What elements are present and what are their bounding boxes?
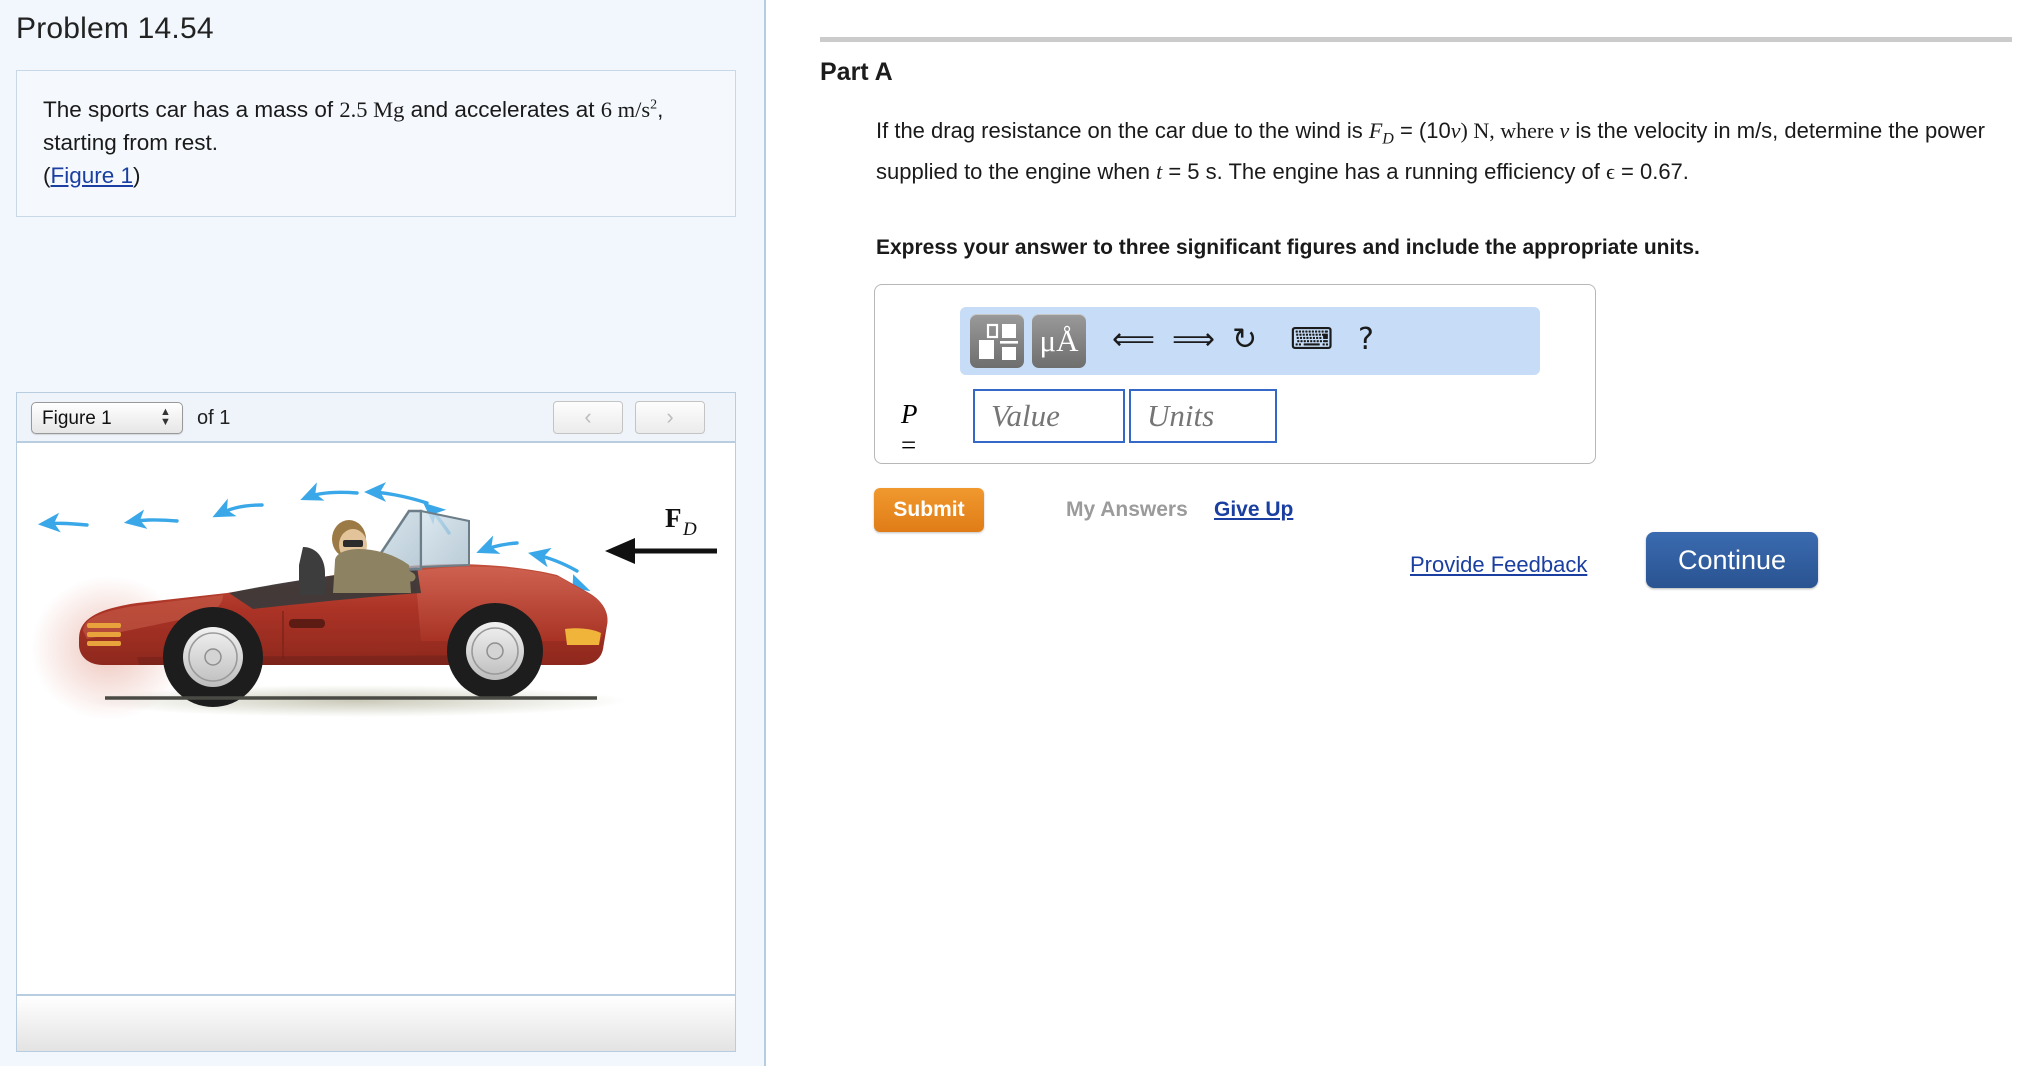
ground-shadow [87, 685, 627, 717]
answer-value-input[interactable] [973, 389, 1125, 443]
answer-format-instruction: Express your answer to three significant… [876, 236, 1700, 259]
driver-sunglasses [343, 540, 363, 547]
figure-reference-line: (Figure 1) [43, 159, 709, 192]
equals-sign: = [901, 430, 917, 460]
units-mu-angstrom-icon[interactable]: μÅ [1032, 314, 1086, 368]
section-divider [820, 37, 2012, 42]
give-up-link[interactable]: Give Up [1214, 498, 1293, 522]
figure-select-dropdown[interactable]: Figure 1 [31, 402, 183, 434]
redo-icon[interactable]: ⟹ [1172, 319, 1215, 361]
question-seg-6: = 0.67. [1614, 159, 1689, 185]
question-seg-2: = (10 [1393, 118, 1451, 143]
math-editor-toolbar: μÅ ⟸ ⟹ ↻ ⌨ ? [960, 307, 1540, 375]
figure-toolbar: Figure 1 ▲ ▼ of 1 ‹ › [17, 393, 735, 443]
paren-open: ( [43, 163, 51, 188]
submit-button[interactable]: Submit [874, 488, 984, 532]
figure-next-button[interactable]: › [635, 401, 705, 434]
problem-statement-box: The sports car has a mass of 2.5 Mg and … [16, 70, 736, 217]
problem-page: Problem 14.54 The sports car has a mass … [0, 0, 2032, 1066]
question-seg-1: If the drag resistance on the car due to… [876, 118, 1369, 143]
answer-entry-box: μÅ ⟸ ⟹ ↻ ⌨ ? P = [874, 284, 1596, 464]
question-v-1: v [1450, 118, 1461, 143]
my-answers-label[interactable]: My Answers [1066, 498, 1188, 522]
question-epsilon: ϵ [1606, 159, 1615, 185]
driver-seat [299, 547, 325, 595]
statement-mass: 2.5 Mg [339, 97, 405, 122]
question-fd-main: F [1368, 118, 1383, 143]
part-a-heading: Part A [820, 58, 893, 86]
tail-lights [87, 623, 121, 646]
statement-accel: 6 m/s [600, 97, 651, 122]
statement-seg-2: and accelerates at [404, 97, 601, 122]
figure-footer-bar [17, 994, 735, 1051]
figure-image-area: F D [17, 443, 735, 993]
page-title: Problem 14.54 [16, 12, 214, 45]
rear-wheel [163, 607, 263, 707]
figure-prev-button[interactable]: ‹ [553, 401, 623, 434]
undo-icon[interactable]: ⟸ [1112, 319, 1155, 361]
paren-close: ) [133, 163, 141, 188]
units-icon-glyph: μÅ [1039, 323, 1079, 358]
drag-force-arrow: F D [605, 503, 717, 564]
door-handle [289, 619, 325, 628]
right-answer-panel: Part A If the drag resistance on the car… [766, 0, 2032, 1066]
power-variable-label: P = [901, 399, 918, 461]
chevron-left-icon: ‹ [584, 404, 592, 429]
help-icon[interactable]: ? [1358, 319, 1374, 361]
question-seg-3: ) N, where [1460, 118, 1560, 143]
chevron-right-icon: › [666, 404, 674, 429]
part-a-question-text: If the drag resistance on the car due to… [876, 114, 2026, 188]
continue-button[interactable]: Continue [1646, 532, 1818, 588]
left-problem-panel: Problem 14.54 The sports car has a mass … [0, 0, 766, 1066]
sports-car-diagram: F D [31, 482, 717, 720]
force-label-D: D [682, 519, 697, 540]
problem-statement-text: The sports car has a mass of 2.5 Mg and … [43, 93, 709, 159]
side-glass [420, 509, 470, 569]
question-fd-sub: D [1382, 130, 1394, 148]
provide-feedback-link[interactable]: Provide Feedback [1410, 552, 1587, 578]
statement-seg-1: The sports car has a mass of [43, 97, 340, 122]
figure-viewer: Figure 1 ▲ ▼ of 1 ‹ › F D [16, 392, 736, 1052]
template-icon[interactable] [970, 314, 1024, 368]
p-variable: P [901, 399, 918, 429]
force-label-F: F [665, 503, 682, 533]
figure-count-label: of 1 [197, 407, 231, 429]
answer-units-input[interactable] [1129, 389, 1277, 443]
question-seg-5: = 5 s. The engine has a running efficien… [1162, 159, 1606, 185]
keyboard-icon[interactable]: ⌨ [1290, 319, 1333, 361]
reset-icon[interactable]: ↻ [1232, 319, 1257, 361]
front-wheel [447, 603, 543, 699]
question-v-2: v [1559, 118, 1570, 143]
figure-1-link[interactable]: Figure 1 [51, 163, 134, 188]
